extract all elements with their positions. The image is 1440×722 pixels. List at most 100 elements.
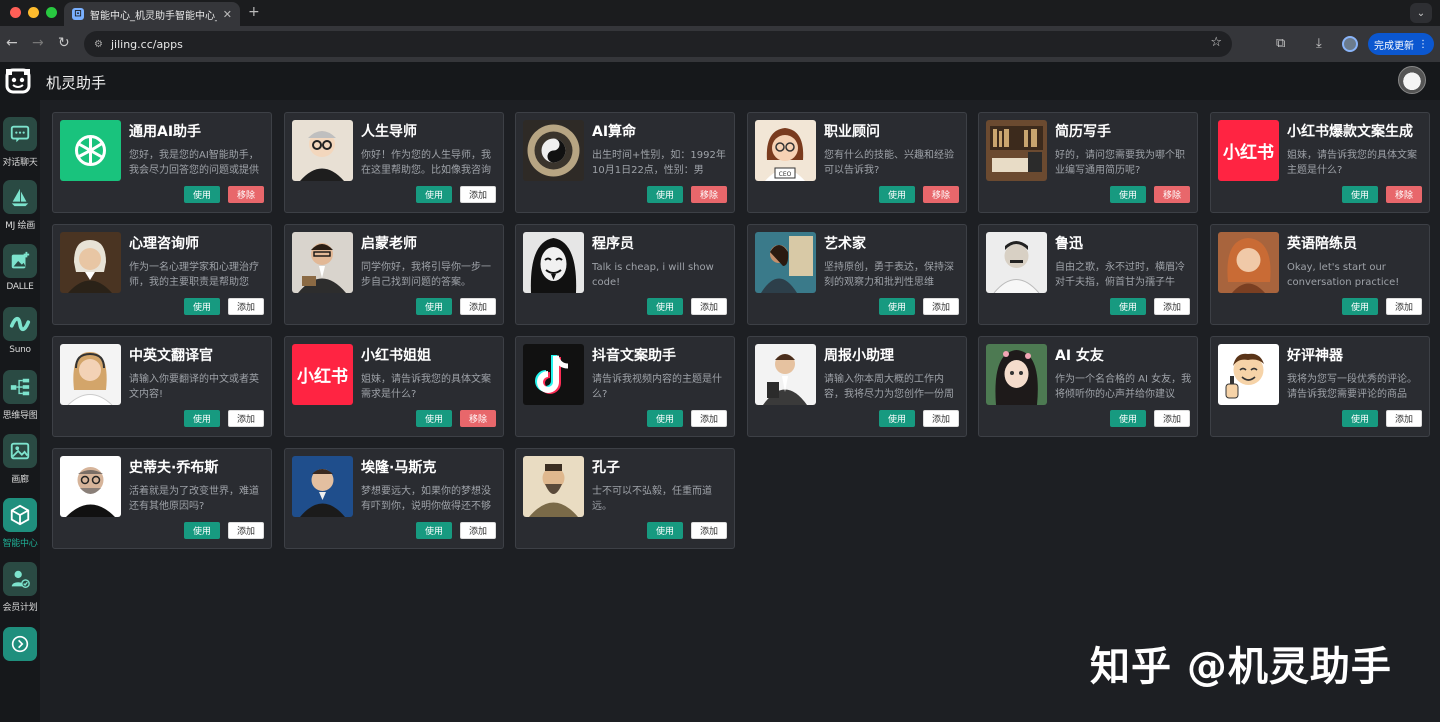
app-card[interactable]: 孔子 士不可以不弘毅，任重而道远。 使用 添加 (515, 448, 735, 549)
add-button[interactable]: 添加 (1386, 410, 1422, 427)
sidebar-item-chat[interactable]: 对话聊天 (0, 117, 40, 177)
add-button[interactable]: 添加 (228, 410, 264, 427)
app-card[interactable]: 英语陪练员 Okay, let's start our conversation … (1210, 224, 1430, 325)
app-card[interactable]: 启蒙老师 同学你好，我将引导你一步一步自己找到问题的答案。 使用 添加 (284, 224, 504, 325)
add-button[interactable]: 添加 (691, 298, 727, 315)
use-button[interactable]: 使用 (1342, 410, 1378, 427)
sidebar-expand[interactable] (0, 627, 40, 687)
use-button[interactable]: 使用 (416, 186, 452, 203)
app-card[interactable]: 程序员 Talk is cheap, i will show code! 使用 添加 (515, 224, 735, 325)
app-card[interactable]: 简历写手 好的，请问您需要我为哪个职业编写通用简历呢? 使用 移除 (978, 112, 1198, 213)
app-card[interactable]: 通用AI助手您好，我是您的AI智能助手，我会尽力回答您的问题或提供有用的建议使用… (52, 112, 272, 213)
back-arrow-icon[interactable]: ← (6, 35, 18, 51)
chat-icon (3, 117, 37, 151)
add-button[interactable]: 添加 (1386, 298, 1422, 315)
add-button[interactable]: 添加 (923, 298, 959, 315)
app-card-description: Okay, let's start our conversation pract… (1287, 262, 1400, 288)
use-button[interactable]: 使用 (184, 298, 220, 315)
add-button[interactable]: 添加 (228, 522, 264, 539)
bookmark-star-icon[interactable]: ☆ (1210, 35, 1222, 50)
app-card-title: 中英文翻译官 (129, 348, 213, 364)
app-card-description: 你好！作为您的人生导师，我在这里帮助您。比如像我咨询关于人生规划的问题 (361, 150, 491, 176)
cube-icon (3, 498, 37, 532)
update-button[interactable]: 完成更新 ⋮ (1368, 33, 1434, 55)
study-desk-thumbnail (986, 120, 1047, 181)
use-button[interactable]: 使用 (416, 298, 452, 315)
use-button[interactable]: 使用 (879, 298, 915, 315)
profile-icon[interactable] (1342, 36, 1358, 52)
sidebar-item-mindmap[interactable]: 思维导图 (0, 370, 40, 430)
app-card[interactable]: CEO 职业顾问 您有什么的技能、兴趣和经验可以告诉我? 使用 移除 (747, 112, 967, 213)
use-button[interactable]: 使用 (1110, 298, 1146, 315)
use-button[interactable]: 使用 (647, 522, 683, 539)
sidebar-item-mj[interactable]: MJ 绘画 (0, 180, 40, 240)
sidebar-item-suno[interactable]: Suno (0, 307, 40, 367)
use-button[interactable]: 使用 (416, 410, 452, 427)
minimize-window-button[interactable] (28, 7, 39, 18)
sidebar-item-dalle[interactable]: DALLE (0, 244, 40, 304)
use-button[interactable]: 使用 (647, 298, 683, 315)
jobs-portrait-thumbnail (60, 456, 121, 517)
site-settings-icon[interactable]: ⚙ (94, 39, 103, 50)
app-card[interactable]: 埃隆·马斯克 梦想要远大，如果你的梦想没有吓到你，说明你做得还不够 使用 添加 (284, 448, 504, 549)
address-bar[interactable]: ⚙ jiling.cc/apps ☆ (84, 31, 1232, 57)
app-card[interactable]: 小红书 小红书爆款文案生成 姐妹，请告诉我您的具体文案主题是什么? 使用 移除 (1210, 112, 1430, 213)
add-button[interactable]: 添加 (228, 298, 264, 315)
use-button[interactable]: 使用 (647, 410, 683, 427)
sidebar-item-smart-center[interactable]: 智能中心 (0, 498, 40, 558)
forward-arrow-icon[interactable]: → (32, 35, 44, 51)
use-button[interactable]: 使用 (184, 186, 220, 203)
add-button[interactable]: 添加 (691, 410, 727, 427)
zoom-window-button[interactable] (46, 7, 57, 18)
remove-button[interactable]: 移除 (691, 186, 727, 203)
use-button[interactable]: 使用 (184, 522, 220, 539)
use-button[interactable]: 使用 (1110, 410, 1146, 427)
app-card[interactable]: 好评神器 我将为您写一段优秀的评论。请告诉我您需要评论的商品 使用 添加 (1210, 336, 1430, 437)
sidebar-label: DALLE (6, 282, 34, 292)
remove-button[interactable]: 移除 (1386, 186, 1422, 203)
use-button[interactable]: 使用 (1342, 298, 1378, 315)
use-button[interactable]: 使用 (416, 522, 452, 539)
app-card[interactable]: 人生导师你好！作为您的人生导师，我在这里帮助您。比如像我咨询关于人生规划的问题使… (284, 112, 504, 213)
extensions-icon[interactable]: ⧉ (1276, 36, 1285, 51)
remove-button[interactable]: 移除 (923, 186, 959, 203)
add-button[interactable]: 添加 (1154, 298, 1190, 315)
remove-button[interactable]: 移除 (228, 186, 264, 203)
use-button[interactable]: 使用 (184, 410, 220, 427)
use-button[interactable]: 使用 (879, 410, 915, 427)
app-card[interactable]: 小红书 小红书姐姐 姐妹，请告诉我您的具体文案需求是什么? 使用 移除 (284, 336, 504, 437)
download-icon[interactable]: ⤓ (1316, 36, 1322, 51)
app-card[interactable]: AI 女友 作为一个名合格的 AI 女友，我将倾听你的心声并给你建议 使用 添加 (978, 336, 1198, 437)
browser-tab[interactable]: ⊡ 智能中心_机灵助手智能中心_人 ✕ (64, 2, 240, 26)
add-button[interactable]: 添加 (460, 186, 496, 203)
use-button[interactable]: 使用 (1342, 186, 1378, 203)
app-card[interactable]: 心理咨询师 作为一名心理学家和心理治疗师，我的主要职责是帮助您 使用 添加 (52, 224, 272, 325)
sidebar-item-gallery[interactable]: 画廊 (0, 434, 40, 494)
remove-button[interactable]: 移除 (1154, 186, 1190, 203)
close-window-button[interactable] (10, 7, 21, 18)
add-button[interactable]: 添加 (923, 410, 959, 427)
sidebar-item-membership[interactable]: 会员计划 (0, 562, 40, 622)
app-card[interactable]: 史蒂夫·乔布斯 活着就是为了改变世界，难道还有其他原因吗? 使用 添加 (52, 448, 272, 549)
tab-search-button[interactable]: ⌄ (1410, 3, 1432, 23)
remove-button[interactable]: 移除 (460, 410, 496, 427)
use-button[interactable]: 使用 (1110, 186, 1146, 203)
new-tab-button[interactable]: + (248, 4, 260, 20)
app-card-description: 同学你好，我将引导你一步一步自己找到问题的答案。 (361, 262, 491, 288)
reload-icon[interactable]: ↻ (58, 35, 70, 51)
user-avatar[interactable] (1398, 66, 1426, 94)
thumbs-up-cartoon-thumbnail (1218, 344, 1279, 405)
app-card[interactable]: 抖音文案助手 请告诉我视频内容的主题是什么? 使用 添加 (515, 336, 735, 437)
use-button[interactable]: 使用 (879, 186, 915, 203)
app-card[interactable]: 艺术家 坚持原创，勇于表达，保持深刻的观察力和批判性思维 使用 添加 (747, 224, 967, 325)
add-button[interactable]: 添加 (460, 298, 496, 315)
add-button[interactable]: 添加 (691, 522, 727, 539)
app-card[interactable]: AI算命 出生时间+性别，如：1992年10月1日22点，性别：男 使用 移除 (515, 112, 735, 213)
app-card[interactable]: 周报小助理请输入你本周大概的工作内容，我将尽力为您创作一份周报使用添加 (747, 336, 967, 437)
add-button[interactable]: 添加 (1154, 410, 1190, 427)
tab-close-icon[interactable]: ✕ (223, 8, 232, 21)
add-button[interactable]: 添加 (460, 522, 496, 539)
app-card[interactable]: 鲁迅 自由之歌，永不过时，横眉冷对千夫指，俯首甘为孺子牛 使用 添加 (978, 224, 1198, 325)
use-button[interactable]: 使用 (647, 186, 683, 203)
app-card[interactable]: 中英文翻译官 请输入你要翻译的中文或者英文内容! 使用 添加 (52, 336, 272, 437)
